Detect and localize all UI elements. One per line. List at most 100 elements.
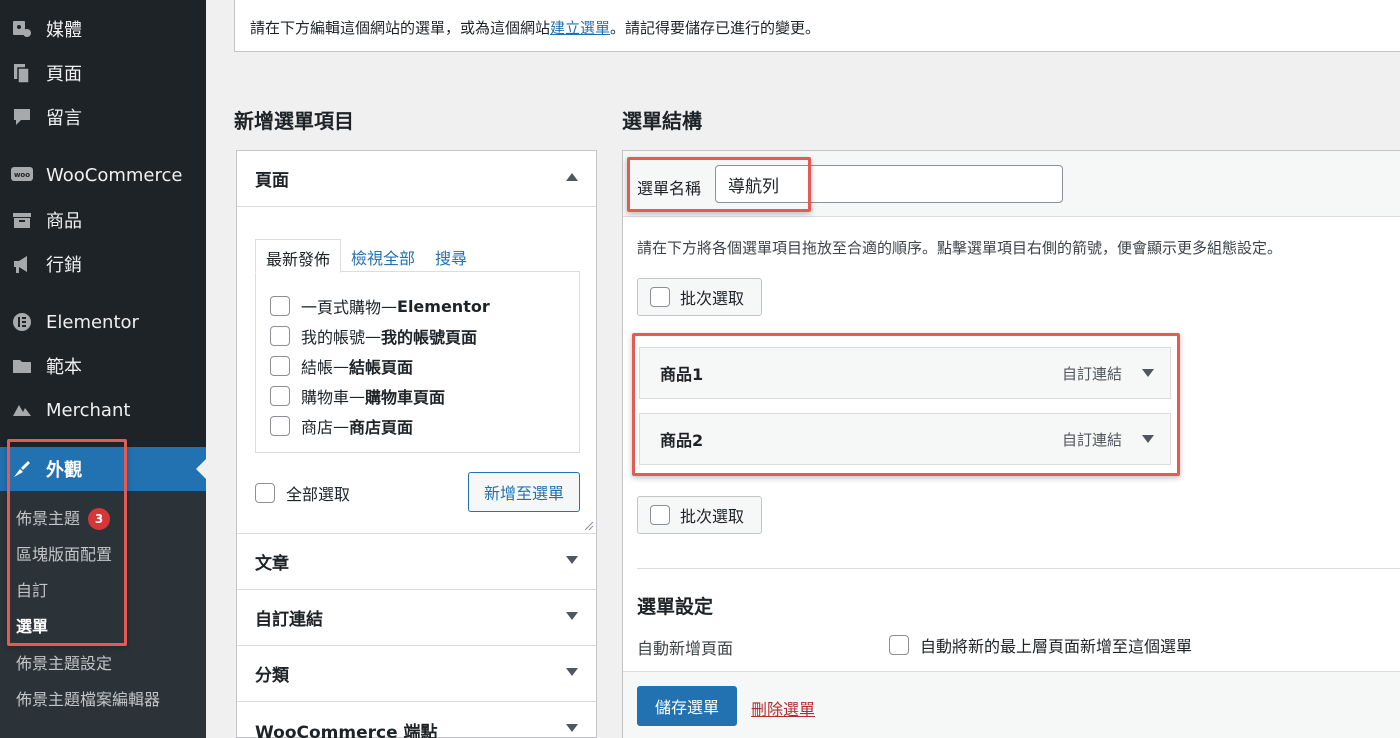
accordion-title: 自訂連結: [255, 610, 323, 630]
appearance-submenu: 佈景主題 3 區塊版面配置 自訂 選單 佈景主題設定 佈景主題檔案編輯器: [0, 491, 206, 738]
checkbox: [650, 287, 670, 307]
accordion-title: 分類: [255, 666, 289, 686]
add-menu-items-title: 新增選單項目: [234, 109, 354, 133]
accordion-categories[interactable]: 分類: [237, 646, 596, 702]
appearance-icon: [10, 457, 34, 481]
sidebar-item-media[interactable]: 媒體: [0, 7, 206, 51]
page-name: 商店: [301, 418, 334, 437]
accordion-posts[interactable]: 文章: [237, 534, 596, 590]
page-tag: 我的帳號頁面: [381, 328, 478, 347]
accordion-custom-links[interactable]: 自訂連結: [237, 590, 596, 646]
checkbox[interactable]: [270, 356, 290, 376]
menu-item-row[interactable]: 商品2 自訂連結: [639, 413, 1171, 465]
pages-section-body: 最新發佈 檢視全部 搜尋 一頁式購物 — Elementor 我的帳號 — 我的…: [237, 207, 596, 534]
checkbox[interactable]: [270, 386, 290, 406]
active-indicator: [196, 459, 206, 479]
divider: [637, 568, 1400, 569]
checkbox[interactable]: [270, 326, 290, 346]
save-menu-button[interactable]: 儲存選單: [637, 686, 737, 726]
menu-name-input[interactable]: [715, 165, 1063, 203]
menu-item-type: 自訂連結: [1061, 430, 1122, 449]
admin-sidebar: 媒體 頁面 留言 woo WooCommerce 商品 行銷 Elementor…: [0, 0, 206, 738]
separator: —: [333, 356, 350, 376]
update-count-badge: 3: [88, 508, 111, 530]
auto-add-option[interactable]: 自動將新的最上層頁面新增至這個選單: [889, 633, 1192, 657]
page-tag: Elementor: [397, 296, 490, 316]
menu-name-label: 選單名稱: [637, 179, 702, 198]
select-all-checkbox[interactable]: [255, 483, 275, 503]
expand-arrow-icon[interactable]: [1142, 369, 1154, 377]
separator: —: [349, 386, 366, 406]
page-name: 我的帳號: [301, 328, 366, 347]
separator: —: [365, 326, 382, 346]
menu-item-row[interactable]: 商品1 自訂連結: [639, 347, 1171, 399]
page-tag: 結帳頁面: [349, 358, 414, 377]
accordion-woocommerce-endpoints[interactable]: WooCommerce 端點: [237, 702, 596, 738]
pages-tabs: 最新發佈 檢視全部 搜尋: [255, 239, 477, 273]
menu-structure-title: 選單結構: [622, 109, 702, 133]
submenu-theme-settings[interactable]: 佈景主題設定: [16, 652, 112, 676]
pages-list: 一頁式購物 — Elementor 我的帳號 — 我的帳號頁面 結帳 — 結帳頁…: [255, 271, 580, 453]
create-menu-link[interactable]: 建立選單: [550, 19, 610, 37]
submenu-block-patterns[interactable]: 區塊版面配置: [16, 543, 112, 567]
submenu-themes[interactable]: 佈景主題 3: [16, 507, 111, 531]
sidebar-item-pages[interactable]: 頁面: [0, 51, 206, 95]
bulk-select-label: 批次選取: [680, 507, 745, 526]
sidebar-item-label: Merchant: [46, 399, 131, 421]
sidebar-item-merchant[interactable]: Merchant: [0, 388, 206, 432]
resize-handle-icon[interactable]: [584, 521, 594, 531]
page-tag: 購物車頁面: [365, 388, 446, 407]
sidebar-item-label: 媒體: [46, 20, 82, 41]
notice-text: 請在下方編輯這個網站的選單，或為這個網站: [250, 19, 551, 37]
select-all-row[interactable]: 全部選取: [255, 481, 350, 505]
tab-most-recent[interactable]: 最新發佈: [255, 239, 342, 273]
list-item[interactable]: 一頁式購物 — Elementor: [270, 294, 490, 318]
submenu-theme-file-editor[interactable]: 佈景主題檔案編輯器: [16, 688, 160, 712]
woocommerce-icon: woo: [10, 163, 34, 187]
chevron-down-icon: [566, 668, 578, 676]
info-notice: 請在下方編輯這個網站的選單，或為這個網站建立選單。請記得要儲存已進行的變更。: [234, 0, 1400, 52]
drag-instructions: 請在下方將各個選單項目拖放至合適的順序。點擊選單項目右側的箭號，便會顯示更多組態…: [637, 239, 1283, 257]
delete-menu-link[interactable]: 刪除選單: [751, 696, 815, 720]
list-item[interactable]: 購物車 — 購物車頁面: [270, 384, 445, 408]
auto-add-checkbox[interactable]: [889, 635, 909, 655]
sidebar-item-label: 留言: [46, 108, 82, 129]
sidebar-item-templates[interactable]: 範本: [0, 344, 206, 388]
accordion-title: 頁面: [255, 171, 289, 191]
merchant-icon: [10, 398, 34, 422]
sidebar-item-appearance[interactable]: 外觀: [0, 447, 206, 491]
svg-text:woo: woo: [14, 171, 30, 179]
tab-view-all[interactable]: 檢視全部: [341, 239, 425, 273]
menu-settings-title: 選單設定: [637, 596, 714, 618]
submenu-customize[interactable]: 自訂: [16, 579, 48, 603]
chevron-down-icon: [566, 612, 578, 620]
checkbox[interactable]: [270, 296, 290, 316]
sidebar-item-elementor[interactable]: Elementor: [0, 300, 206, 344]
sidebar-item-label: Elementor: [46, 311, 139, 333]
tab-search[interactable]: 搜尋: [425, 239, 477, 273]
expand-arrow-icon[interactable]: [1142, 435, 1154, 443]
products-icon: [10, 208, 34, 232]
page-name: 結帳: [301, 358, 334, 377]
accordion-pages[interactable]: 頁面: [237, 151, 596, 207]
sidebar-item-marketing[interactable]: 行銷: [0, 242, 206, 286]
menu-footer: 儲存選單 刪除選單: [623, 671, 1400, 738]
bulk-select-label: 批次選取: [680, 289, 745, 308]
menu-name-header: 選單名稱: [623, 151, 1400, 217]
sidebar-item-products[interactable]: 商品: [0, 198, 206, 242]
comments-icon: [10, 105, 34, 129]
sidebar-item-comments[interactable]: 留言: [0, 95, 206, 139]
sidebar-item-woocommerce[interactable]: woo WooCommerce: [0, 153, 206, 197]
list-item[interactable]: 我的帳號 — 我的帳號頁面: [270, 324, 477, 348]
menu-item-title: 商品2: [660, 431, 704, 450]
add-to-menu-button[interactable]: 新增至選單: [468, 472, 580, 512]
pages-icon: [10, 61, 34, 85]
bulk-select-button[interactable]: 批次選取: [637, 278, 762, 316]
list-item[interactable]: 結帳 — 結帳頁面: [270, 354, 413, 378]
checkbox[interactable]: [270, 416, 290, 436]
page-name: 一頁式購物: [301, 298, 382, 317]
add-menu-items-panel: 頁面 最新發佈 檢視全部 搜尋 一頁式購物 — Elementor 我的帳號 —…: [236, 150, 597, 738]
bulk-select-button[interactable]: 批次選取: [637, 496, 762, 534]
submenu-menus[interactable]: 選單: [16, 615, 48, 639]
list-item[interactable]: 商店 — 商店頁面: [270, 414, 413, 438]
